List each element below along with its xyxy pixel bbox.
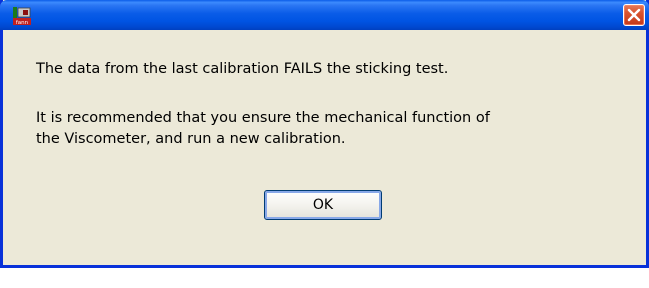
close-button[interactable] — [623, 4, 645, 26]
message-dialog-window: fann The data from the last calibration … — [0, 0, 649, 268]
fann-logo-text: fann — [16, 20, 29, 25]
title-bar[interactable]: fann — [0, 0, 649, 30]
message-line-1: The data from the last calibration FAILS… — [36, 61, 449, 77]
message-line-2: It is recommended that you ensure the me… — [36, 110, 490, 126]
fann-app-icon[interactable]: fann — [13, 7, 31, 26]
ok-button[interactable]: OK — [264, 190, 382, 220]
close-icon — [627, 8, 641, 22]
message-line-3: the Viscometer, and run a new calibratio… — [36, 131, 346, 147]
